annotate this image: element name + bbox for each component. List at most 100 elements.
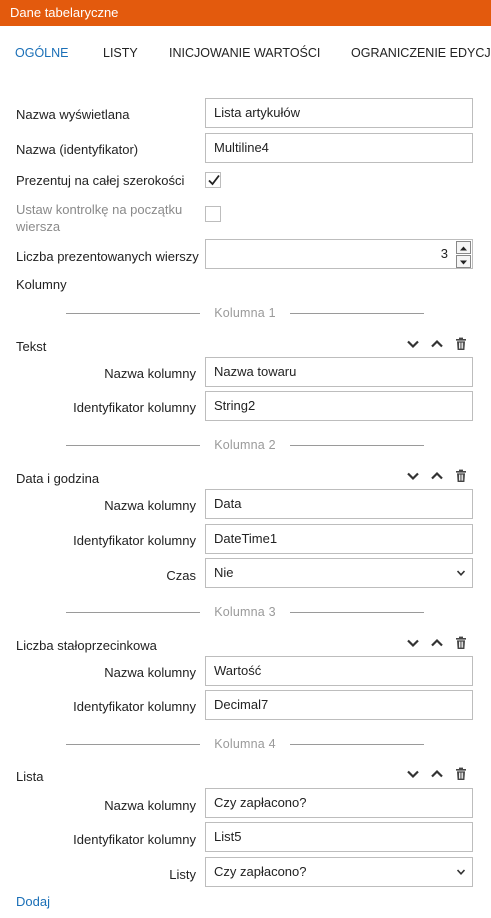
display-name-value: Lista artykułów xyxy=(214,105,300,120)
triangle-up-icon xyxy=(460,246,467,251)
identifier-label: Nazwa (identyfikator) xyxy=(16,142,139,157)
chevron-down-icon xyxy=(407,770,419,779)
chevron-down-icon xyxy=(407,639,419,648)
column-divider-label: Kolumna 2 xyxy=(214,438,276,452)
chevron-down-icon xyxy=(457,869,465,875)
column-divider: Kolumna 4 xyxy=(66,737,424,751)
display-name-field[interactable]: Lista artykułów xyxy=(205,98,473,128)
column-id-value: DateTime1 xyxy=(214,531,278,546)
trash-icon xyxy=(456,636,466,649)
move-up-button[interactable] xyxy=(430,767,444,781)
rows-value: 3 xyxy=(440,246,448,261)
trash-icon xyxy=(456,767,466,780)
row-start-checkbox[interactable] xyxy=(205,206,221,222)
column-divider: Kolumna 3 xyxy=(66,605,424,619)
column-id-label: Identyfikator kolumny xyxy=(73,832,196,847)
add-column-link[interactable]: Dodaj xyxy=(16,894,50,909)
rows-stepper[interactable]: 3 xyxy=(205,239,473,269)
row-start-label-line2: wiersza xyxy=(16,219,61,234)
chevron-up-icon xyxy=(431,769,443,778)
lists-label: Listy xyxy=(169,867,196,882)
panel-title: Dane tabelaryczne xyxy=(10,5,119,20)
tab-bar: OGÓLNE LISTY INICJOWANIE WARTOŚCI OGRANI… xyxy=(0,46,491,64)
column-name-value: Data xyxy=(214,496,242,511)
column-type-label: Lista xyxy=(16,769,44,784)
chevron-up-icon xyxy=(431,471,443,480)
panel-header: Dane tabelaryczne xyxy=(0,0,491,26)
move-down-button[interactable] xyxy=(406,337,420,351)
delete-column-button[interactable] xyxy=(454,636,468,650)
column-type-label: Data i godzina xyxy=(16,471,100,486)
row-start-label-line1: Ustaw kontrolkę na początku xyxy=(16,202,183,217)
identifier-field[interactable]: Multiline4 xyxy=(205,133,473,163)
chevron-down-icon xyxy=(407,340,419,349)
column-id-value: List5 xyxy=(214,829,242,844)
tab-edit-restriction[interactable]: OGRANICZENIE EDYCJI xyxy=(351,46,491,60)
full-width-checkbox[interactable] xyxy=(205,172,221,188)
rows-label: Liczba prezentowanych wierszy xyxy=(16,249,199,264)
trash-icon xyxy=(456,337,466,350)
move-up-button[interactable] xyxy=(430,636,444,650)
column-name-label: Nazwa kolumny xyxy=(104,498,196,513)
lists-select-value: Czy zapłacono? xyxy=(214,864,307,879)
column-id-value: String2 xyxy=(214,398,256,413)
column-controls xyxy=(406,767,468,781)
move-up-button[interactable] xyxy=(430,469,444,483)
time-select[interactable]: Nie xyxy=(205,558,473,588)
time-label: Czas xyxy=(166,568,196,583)
column-id-label: Identyfikator kolumny xyxy=(73,400,196,415)
column-controls xyxy=(406,636,468,650)
delete-column-button[interactable] xyxy=(454,767,468,781)
column-name-value: Nazwa towaru xyxy=(214,364,297,379)
move-down-button[interactable] xyxy=(406,469,420,483)
triangle-down-icon xyxy=(460,260,467,265)
checkmark-icon xyxy=(208,174,220,186)
column-type-label: Tekst xyxy=(16,339,47,354)
column-divider-label: Kolumna 1 xyxy=(214,306,276,320)
column-name-label: Nazwa kolumny xyxy=(104,366,196,381)
columns-label: Kolumny xyxy=(16,277,67,292)
move-down-button[interactable] xyxy=(406,636,420,650)
lists-select[interactable]: Czy zapłacono? xyxy=(205,857,473,887)
stepper-up-button[interactable] xyxy=(456,241,471,254)
column-name-field[interactable]: Data xyxy=(205,489,473,519)
column-controls xyxy=(406,469,468,483)
column-name-field[interactable]: Wartość xyxy=(205,656,473,686)
column-type-label: Liczba stałoprzecinkowa xyxy=(16,638,157,653)
move-down-button[interactable] xyxy=(406,767,420,781)
delete-column-button[interactable] xyxy=(454,469,468,483)
column-id-field[interactable]: DateTime1 xyxy=(205,524,473,554)
column-divider: Kolumna 2 xyxy=(66,438,424,452)
column-divider: Kolumna 1 xyxy=(66,306,424,320)
tab-lists[interactable]: LISTY xyxy=(103,46,138,60)
column-id-label: Identyfikator kolumny xyxy=(73,533,196,548)
chevron-up-icon xyxy=(431,339,443,348)
column-divider-label: Kolumna 4 xyxy=(214,737,276,751)
display-name-label: Nazwa wyświetlana xyxy=(16,107,130,122)
column-divider-label: Kolumna 3 xyxy=(214,605,276,619)
chevron-down-icon xyxy=(407,472,419,481)
chevron-down-icon xyxy=(457,570,465,576)
column-name-field[interactable]: Nazwa towaru xyxy=(205,357,473,387)
chevron-up-icon xyxy=(431,638,443,647)
column-id-value: Decimal7 xyxy=(214,697,269,712)
column-name-label: Nazwa kolumny xyxy=(104,665,196,680)
identifier-value: Multiline4 xyxy=(214,140,269,155)
trash-icon xyxy=(456,469,466,482)
move-up-button[interactable] xyxy=(430,337,444,351)
stepper-down-button[interactable] xyxy=(456,255,471,268)
column-id-label: Identyfikator kolumny xyxy=(73,699,196,714)
full-width-label: Prezentuj na całej szerokości xyxy=(16,173,185,188)
column-name-label: Nazwa kolumny xyxy=(104,798,196,813)
column-name-value: Wartość xyxy=(214,663,262,678)
column-name-field[interactable]: Czy zapłacono? xyxy=(205,788,473,818)
column-name-value: Czy zapłacono? xyxy=(214,795,307,810)
column-controls xyxy=(406,337,468,351)
column-id-field[interactable]: List5 xyxy=(205,822,473,852)
time-select-value: Nie xyxy=(214,565,234,580)
column-id-field[interactable]: String2 xyxy=(205,391,473,421)
tab-init-values[interactable]: INICJOWANIE WARTOŚCI xyxy=(169,46,320,60)
delete-column-button[interactable] xyxy=(454,337,468,351)
column-id-field[interactable]: Decimal7 xyxy=(205,690,473,720)
tab-general[interactable]: OGÓLNE xyxy=(15,46,69,60)
